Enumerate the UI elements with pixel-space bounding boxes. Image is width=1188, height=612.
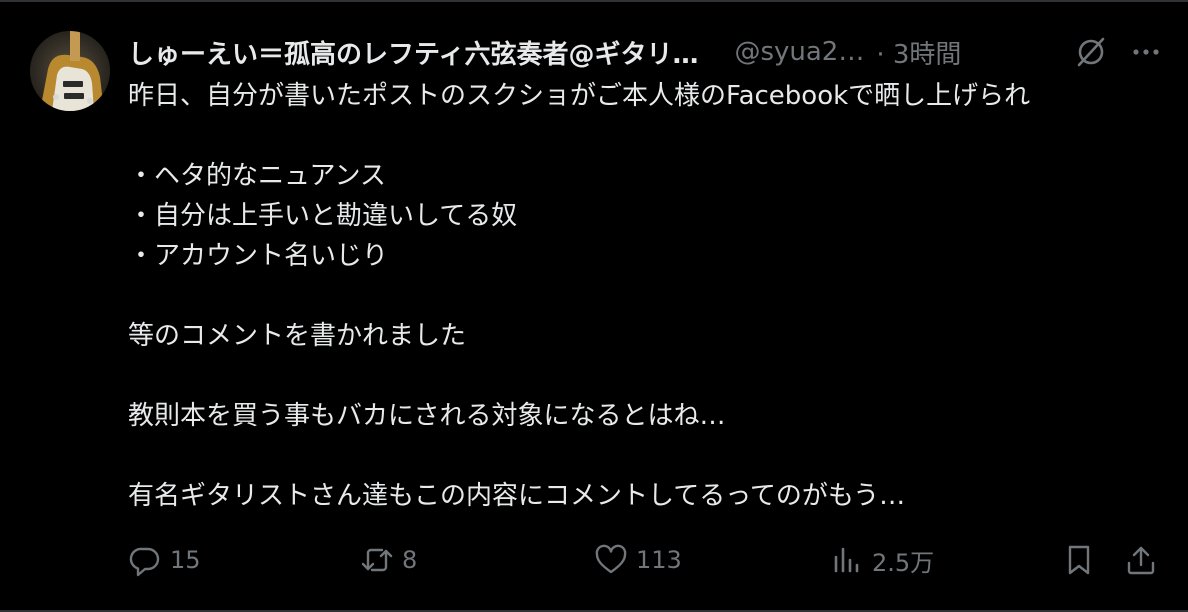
like-count: 113 [636,546,682,574]
heart-icon [594,543,628,577]
post-text-line: ・アカウント名いじり [128,241,389,271]
post-text-line: 昨日、自分が書いたポストのスクショがご本人様のFacebookで晒し上げられ [128,81,1031,111]
repost-count: 8 [402,546,418,574]
like-button[interactable]: 113 [594,538,682,582]
more-icon[interactable] [1128,34,1164,70]
post-text-line: 有名ギタリストさん達もこの内容にコメントしてるってのがもう… [128,481,906,511]
grok-icon[interactable] [1073,34,1109,70]
repost-button[interactable]: 8 [360,538,417,582]
post-card[interactable]: しゅーえい＝孤高のレフティ六弦奏者@ギタリ… @syua2… · 3時間 昨日、… [0,0,1188,612]
post-text-line: ・自分は上手いと勘違いしてる奴 [128,201,518,231]
reply-button[interactable]: 15 [128,538,201,582]
post-timestamp[interactable]: · 3時間 [876,34,961,71]
post-header: しゅーえい＝孤高のレフティ六弦奏者@ギタリ… @syua2… · 3時間 [128,32,1168,72]
post-actions-bar: 15 8 113 2.5万 [128,538,1168,582]
avatar[interactable] [30,31,110,111]
bookmark-icon [1062,543,1096,577]
repost-icon [360,543,394,577]
reply-icon [128,543,162,577]
post-text: 昨日、自分が書いたポストのスクショがご本人様のFacebookで晒し上げられ ・… [128,76,1173,516]
author-handle[interactable]: @syua2… [734,37,864,67]
views-button[interactable]: 2.5万 [830,538,934,582]
author-display-name[interactable]: しゅーえい＝孤高のレフティ六弦奏者@ギタリ… [128,34,698,71]
guitar-avatar-image [30,31,110,111]
post-text-line: ・ヘタ的なニュアンス [128,161,386,191]
bookmark-button[interactable] [1062,538,1096,582]
views-icon [830,543,864,577]
views-count: 2.5万 [872,548,935,577]
post-text-line: 等のコメントを書かれました [128,321,467,351]
share-icon [1124,543,1158,577]
reply-count: 15 [170,546,201,574]
share-button[interactable] [1124,538,1158,582]
post-text-line: 教則本を買う事もバカにされる対象になるとはね… [128,401,726,431]
